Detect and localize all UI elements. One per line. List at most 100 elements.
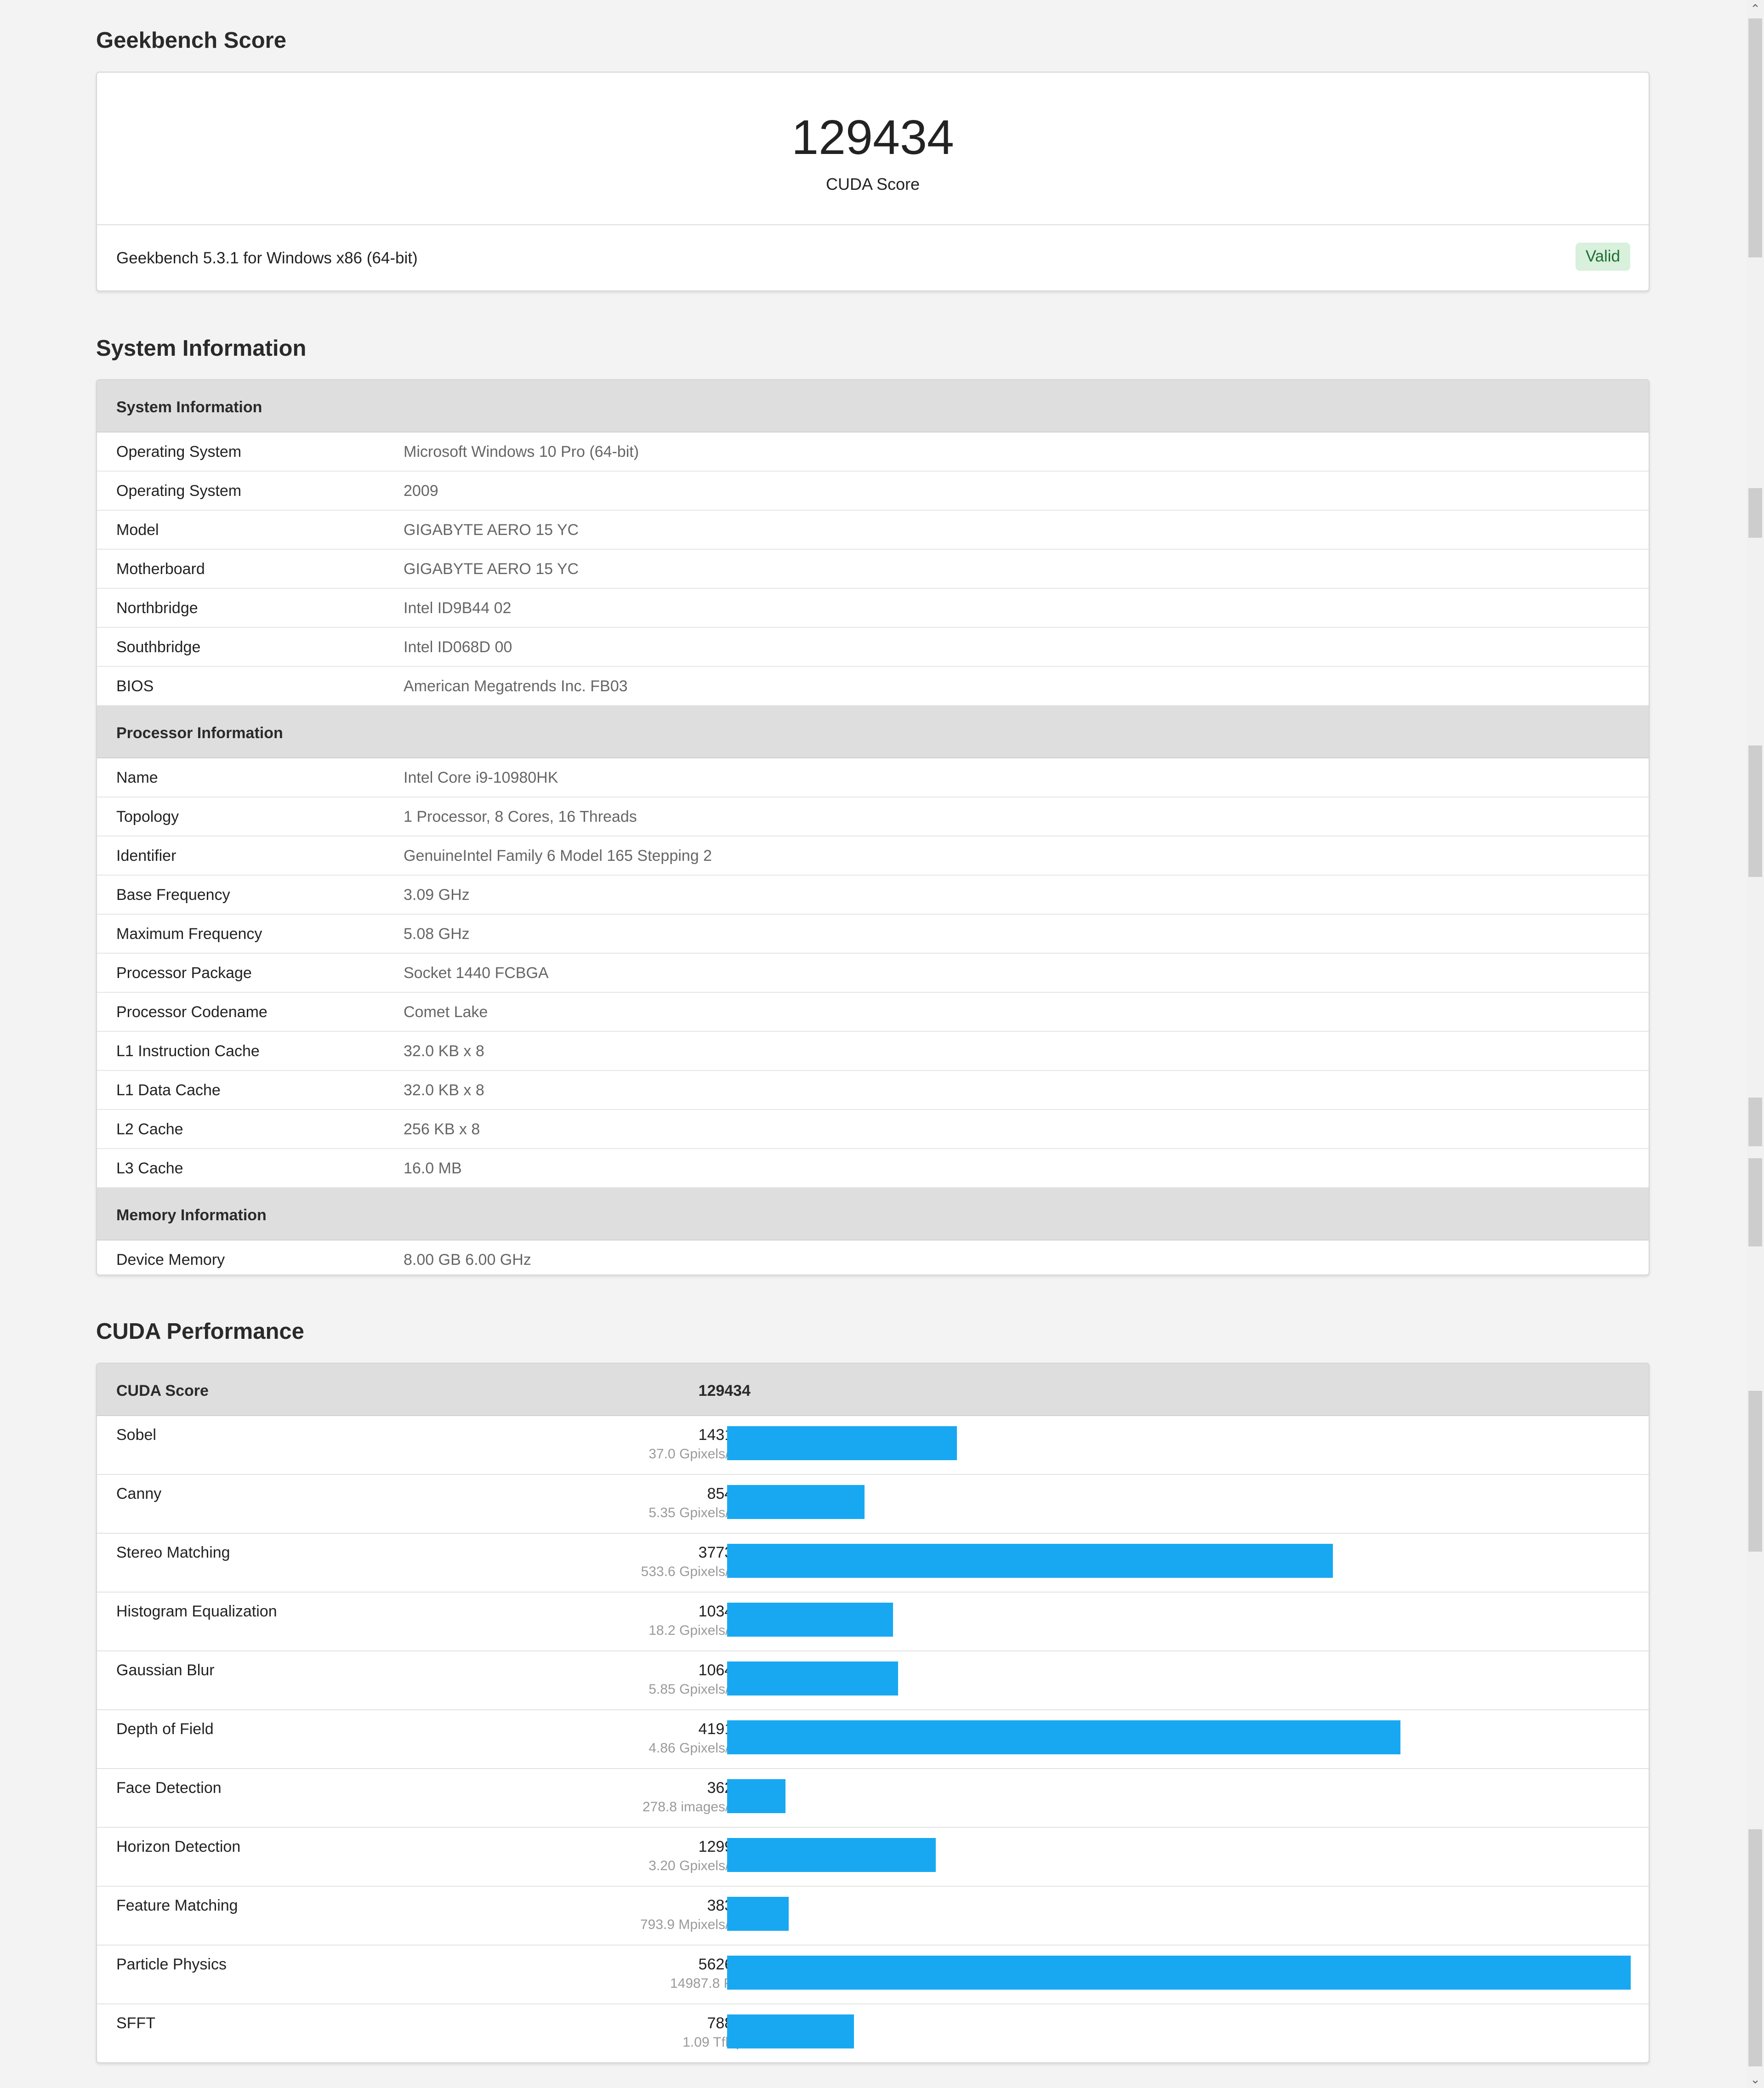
benchmark-name: Gaussian Blur (116, 1661, 215, 1679)
row-key: Model (116, 521, 159, 539)
row-key: Northbridge (116, 599, 198, 617)
scrollbar-track-segment[interactable] (1748, 1098, 1762, 1146)
row-key: Identifier (116, 847, 176, 865)
benchmark-row: Feature Matching38378793.9 Mpixels/sec (97, 1887, 1649, 1946)
benchmark-row: SFFT788801.09 Tflops (97, 2004, 1649, 2062)
scrollbar-track-segment[interactable] (1748, 488, 1762, 538)
row-key: Southbridge (116, 638, 201, 656)
row-key: Operating System (116, 482, 242, 500)
section-title: System Information (116, 398, 262, 416)
benchmark-name: Feature Matching (116, 1897, 238, 1914)
row-value: Intel ID068D 00 (404, 638, 512, 656)
benchmark-row: Horizon Detection 129915 3.20 Gpixels/sec (97, 1828, 1649, 1887)
scrollbar-track-segment[interactable] (1748, 745, 1762, 877)
geekbench-version: Geekbench 5.3.1 for Windows x86 (64-bit) (116, 249, 418, 267)
row-value: Comet Lake (404, 1003, 488, 1021)
table-row: Motherboard GIGABYTE AERO 15 YC (97, 550, 1649, 589)
benchmark-rows: Sobel14315837.0 Gpixels/secCanny854815.3… (97, 1416, 1649, 2062)
chevron-down-icon[interactable]: ⌄ (1747, 2071, 1764, 2088)
scrollbar-track-segment[interactable] (1748, 1391, 1762, 1552)
scrollbar-track-segment[interactable] (1748, 1829, 1762, 2066)
benchmark-name: Stereo Matching (116, 1544, 230, 1561)
row-key: BIOS (116, 677, 154, 695)
score-bar (727, 1426, 957, 1460)
row-value: 3.09 GHz (404, 886, 470, 904)
scrollbar-track-segment[interactable] (1748, 1158, 1762, 1246)
score-bar (727, 1603, 893, 1637)
row-key: Motherboard (116, 560, 205, 578)
table-row: Southbridge Intel ID068D 00 (97, 628, 1649, 667)
row-key: Operating System (116, 443, 242, 461)
benchmark-name: Canny (116, 1485, 162, 1502)
table-row: Name Intel Core i9-10980HK (97, 758, 1649, 797)
cuda-score-header: CUDA Score 129434 (97, 1364, 1649, 1416)
table-row: L1 Instruction Cache 32.0 KB x 8 (97, 1032, 1649, 1071)
vertical-scrollbar[interactable]: ⌃ ⌄ (1747, 0, 1764, 2088)
row-value: GIGABYTE AERO 15 YC (404, 560, 579, 578)
table-row: BIOS American Megatrends Inc. FB03 (97, 667, 1649, 706)
score-footer: Geekbench 5.3.1 for Windows x86 (64-bit)… (97, 225, 1649, 290)
benchmark-row: Sobel 143158 37.0 Gpixels/sec (97, 1416, 1649, 1475)
section-title: Memory Information (116, 1206, 267, 1224)
table-row: L1 Data Cache 32.0 KB x 8 (97, 1071, 1649, 1110)
row-value: GenuineIntel Family 6 Model 165 Stepping… (404, 847, 712, 865)
section-header-processor: Processor Information (97, 706, 1649, 758)
chevron-up-icon[interactable]: ⌃ (1747, 0, 1764, 17)
cuda-score-header-label: CUDA Score (116, 1382, 209, 1400)
benchmark-row: Depth of Field 419182 4.86 Gpixels/sec (97, 1710, 1649, 1769)
system-information-table: System Information Operating System Micro… (96, 379, 1650, 1275)
system-information-heading: System Information (96, 336, 307, 361)
score-bar-track (727, 1779, 1631, 1813)
row-value: 5.08 GHz (404, 925, 470, 943)
score-bar-track (727, 1838, 1631, 1872)
score-bar (727, 1485, 865, 1519)
cuda-score-label: CUDA Score (825, 175, 920, 193)
table-row: Device Memory 8.00 GB 6.00 GHz (97, 1240, 1649, 1274)
table-row: Maximum Frequency 5.08 GHz (97, 915, 1649, 954)
table-row: Model GIGABYTE AERO 15 YC (97, 511, 1649, 550)
score-bar-track (727, 1720, 1631, 1754)
score-bar-track (727, 1897, 1631, 1931)
section-header-memory: Memory Information (97, 1188, 1649, 1240)
row-value: Socket 1440 FCBGA (404, 964, 549, 982)
row-key: L1 Data Cache (116, 1081, 221, 1099)
score-bar-track (727, 2014, 1631, 2048)
score-bar (727, 2014, 854, 2048)
row-key: L3 Cache (116, 1160, 183, 1177)
table-row: Base Frequency 3.09 GHz (97, 876, 1649, 915)
row-value: American Megatrends Inc. FB03 (404, 677, 628, 695)
score-card: 129434 CUDA Score Geekbench 5.3.1 for Wi… (96, 72, 1650, 291)
row-key: L1 Instruction Cache (116, 1042, 260, 1060)
scrollbar-track-segment[interactable] (1748, 18, 1762, 257)
row-key: Maximum Frequency (116, 925, 262, 943)
score-summary: 129434 CUDA Score (97, 73, 1649, 225)
cuda-performance-table: CUDA Score 129434 Sobel 143158 37.0 Gpixel… (96, 1363, 1650, 2063)
table-row: Topology 1 Processor, 8 Cores, 16 Threads (97, 797, 1649, 836)
row-key: Topology (116, 808, 179, 825)
row-key: Device Memory (116, 1251, 225, 1269)
section-header-system: System Information (97, 380, 1649, 432)
table-row: Identifier GenuineIntel Family 6 Model 16… (97, 836, 1649, 876)
cuda-score-header-value: 129434 (698, 1382, 751, 1400)
row-key: Processor Package (116, 964, 252, 982)
cuda-performance-heading: CUDA Performance (96, 1319, 304, 1344)
score-bar-track (727, 1956, 1631, 1990)
row-value: 1 Processor, 8 Cores, 16 Threads (404, 808, 637, 825)
table-row: Processor Package Socket 1440 FCBGA (97, 954, 1649, 993)
benchmark-row: Stereo Matching 377324 533.6 Gpixels/sec (97, 1534, 1649, 1593)
score-bar-track (727, 1426, 1631, 1460)
row-value: GIGABYTE AERO 15 YC (404, 521, 579, 539)
benchmark-name: Histogram Equalization (116, 1603, 277, 1620)
table-row: L2 Cache 256 KB x 8 (97, 1110, 1649, 1149)
row-key: L2 Cache (116, 1121, 183, 1138)
benchmark-name: Face Detection (116, 1779, 222, 1797)
valid-badge: Valid (1575, 243, 1630, 271)
score-bar-track (727, 1544, 1631, 1578)
score-bar (727, 1838, 936, 1872)
benchmark-row: Histogram Equalization 103408 18.2 Gpixels… (97, 1593, 1649, 1651)
row-value: 256 KB x 8 (404, 1121, 480, 1138)
benchmark-name: Sobel (116, 1426, 156, 1444)
benchmark-name: Horizon Detection (116, 1838, 241, 1855)
row-key: Processor Codename (116, 1003, 267, 1021)
row-value: 16.0 MB (404, 1160, 462, 1177)
